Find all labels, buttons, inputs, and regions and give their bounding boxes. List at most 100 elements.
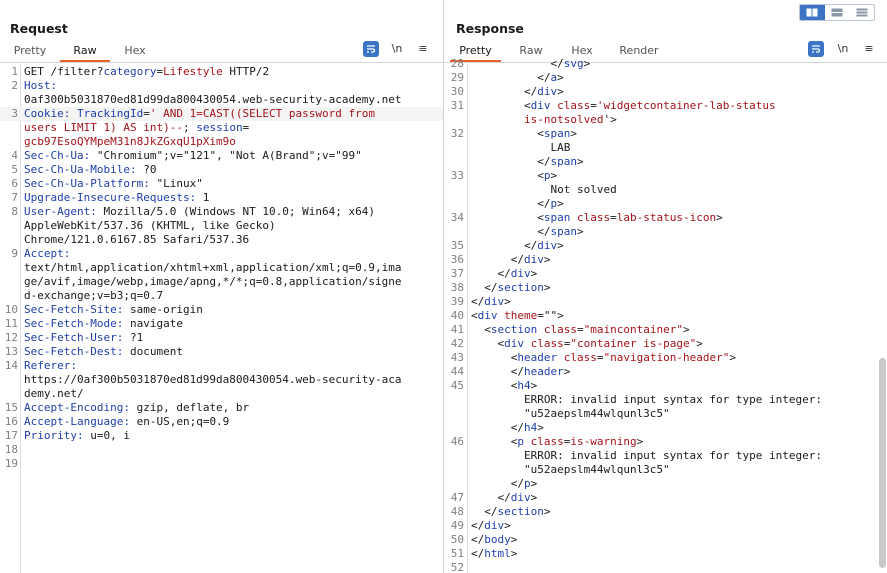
response-code-line[interactable]: 34 <span class=lab-status-icon> (444, 211, 887, 225)
request-code-line[interactable]: gcb97EsoQYMpeM31n8JkZGxqU1pXim9o (0, 135, 443, 149)
response-code-line[interactable]: ERROR: invalid input syntax for type int… (444, 449, 887, 463)
request-code-line[interactable]: 9 Accept: (0, 247, 443, 261)
response-code-line[interactable]: ERROR: invalid input syntax for type int… (444, 393, 887, 407)
request-code-line[interactable]: 15 Accept-Encoding: gzip, deflate, br (0, 401, 443, 415)
code-token: > (583, 57, 591, 70)
code-token: HTTP/2 (222, 65, 270, 78)
response-code-line[interactable]: 32 <span> (444, 127, 887, 141)
response-code-line[interactable]: 47 </div> (444, 491, 887, 505)
code-token: en-US,en;q=0.9 (129, 415, 230, 428)
response-code-line[interactable]: 40 <div theme=""> (444, 309, 887, 323)
response-code-line[interactable]: </h4> (444, 421, 887, 435)
request-code-line[interactable]: ge/avif,image/webp,image/apng,*/*;q=0.8,… (0, 275, 443, 289)
request-code-line[interactable]: users LIMIT 1) AS int)--; session= (0, 121, 443, 135)
split-horizontal-icon[interactable] (800, 5, 825, 20)
code-token: > (570, 127, 577, 140)
request-code-line[interactable]: 13 Sec-Fetch-Dest: document (0, 345, 443, 359)
request-code-line[interactable]: 8 User-Agent: Mozilla/5.0 (Windows NT 10.… (0, 205, 443, 219)
response-code-line[interactable]: 51 </html> (444, 547, 887, 561)
request-menu-icon[interactable]: ≡ (415, 41, 431, 57)
response-code-line[interactable]: 42 <div class="container is-page"> (444, 337, 887, 351)
response-newline-toggle[interactable]: \n (835, 41, 851, 57)
code-token: ge/avif,image/webp,image/apng,*/*;q=0.8,… (24, 275, 402, 288)
request-code-line[interactable]: 17 Priority: u=0, i (0, 429, 443, 443)
code-token: same-origin (123, 303, 203, 316)
code-token: html (484, 547, 511, 560)
response-code-line[interactable]: 33 <p> (444, 169, 887, 183)
request-code-line[interactable]: 3 Cookie: TrackingId=' AND 1=CAST((SELECT… (0, 107, 443, 121)
line-number: 13 (4, 345, 18, 358)
response-code-line[interactable]: 28 </svg> (444, 57, 887, 71)
single-pane-icon[interactable] (849, 5, 874, 20)
split-vertical-icon[interactable] (825, 5, 850, 20)
request-code-line[interactable]: d-exchange;v=b3;q=0.7 (0, 289, 443, 303)
line-number: 16 (4, 415, 18, 428)
line-content: <header class="navigation-header"> (471, 351, 736, 365)
request-title: Request (10, 21, 68, 36)
tab-request-raw[interactable]: Raw (60, 43, 110, 63)
request-code-line[interactable]: 12 Sec-Fetch-User: ?1 (0, 331, 443, 345)
request-code-line[interactable]: 0af300b5031870ed81d99da800430054.web-sec… (0, 93, 443, 107)
request-code-line[interactable]: 19 (0, 457, 443, 471)
code-token: class (537, 323, 577, 336)
request-word-wrap-icon[interactable] (363, 41, 379, 57)
response-code-line[interactable]: 50 </body> (444, 533, 887, 547)
response-word-wrap-icon[interactable] (808, 41, 824, 57)
request-code-line[interactable]: 18 (0, 443, 443, 457)
request-code-line[interactable]: 5 Sec-Ch-Ua-Mobile: ?0 (0, 163, 443, 177)
tab-request-hex[interactable]: Hex (112, 43, 158, 62)
response-code-line[interactable]: </p> (444, 197, 887, 211)
response-code-line[interactable]: </span> (444, 225, 887, 239)
response-code-line[interactable]: 44 </header> (444, 365, 887, 379)
response-code-line[interactable]: 41 <section class="maincontainer"> (444, 323, 887, 337)
request-code-line[interactable]: demy.net/ (0, 387, 443, 401)
response-code-line[interactable]: 35 </div> (444, 239, 887, 253)
request-newline-toggle[interactable]: \n (389, 41, 405, 57)
response-code-line[interactable]: 37 </div> (444, 267, 887, 281)
response-code-line[interactable]: "u52aepslm44wlqunl3c5" (444, 463, 887, 477)
response-code-line[interactable]: 45 <h4> (444, 379, 887, 393)
response-code-line[interactable]: is-notsolved'> (444, 113, 887, 127)
request-code-line[interactable]: 1 GET /filter?category=Lifestyle HTTP/2 (0, 65, 443, 79)
line-content: Accept: (24, 247, 70, 261)
response-code-line[interactable]: 39 </div> (444, 295, 887, 309)
response-code-line[interactable]: 52 (444, 561, 887, 573)
tab-request-pretty[interactable]: Pretty (4, 43, 56, 62)
request-code-line[interactable]: https://0af300b5031870ed81d99da800430054… (0, 373, 443, 387)
response-code-line[interactable]: 31 <div class='widgetcontainer-lab-statu… (444, 99, 887, 113)
request-code-line[interactable]: 14 Referer: (0, 359, 443, 373)
response-editor[interactable]: 28 </svg> 29 </a> 30 </div> 31 <div class='… (444, 57, 887, 573)
response-code-line[interactable]: 43 <header class="navigation-header"> (444, 351, 887, 365)
response-code-line[interactable]: "u52aepslm44wlqunl3c5" (444, 407, 887, 421)
response-code-line[interactable]: 46 <p class=is-warning> (444, 435, 887, 449)
request-code-line[interactable]: AppleWebKit/537.36 (KHTML, like Gecko) (0, 219, 443, 233)
response-code-line[interactable]: 48 </section> (444, 505, 887, 519)
code-token: = (590, 99, 597, 112)
code-token: > (543, 505, 551, 518)
request-code-line[interactable]: 7 Upgrade-Insecure-Requests: 1 (0, 191, 443, 205)
response-code-line[interactable]: 30 </div> (444, 85, 887, 99)
request-code-line[interactable]: 4 Sec-Ch-Ua: "Chromium";v="121", "Not A(B… (0, 149, 443, 163)
response-code-line[interactable]: 49 </div> (444, 519, 887, 533)
layout-view-toggle[interactable] (799, 4, 875, 21)
response-code-line[interactable]: </span> (444, 155, 887, 169)
response-code-line[interactable]: Not solved (444, 183, 887, 197)
request-code-line[interactable]: Chrome/121.0.6167.85 Safari/537.36 (0, 233, 443, 247)
request-code-line[interactable]: text/html,application/xhtml+xml,applicat… (0, 261, 443, 275)
response-code-line[interactable]: 38 </section> (444, 281, 887, 295)
request-code-line[interactable]: 6 Sec-Ch-Ua-Platform: "Linux" (0, 177, 443, 191)
line-number: 9 (11, 247, 18, 260)
response-scrollbar[interactable] (879, 358, 886, 568)
code-token: ?1 (123, 331, 144, 344)
response-code-line[interactable]: 29 </a> (444, 71, 887, 85)
request-code-line[interactable]: 10 Sec-Fetch-Site: same-origin (0, 303, 443, 317)
response-code-line[interactable]: 36 </div> (444, 253, 887, 267)
response-menu-icon[interactable]: ≡ (861, 41, 877, 57)
response-code-line[interactable]: </p> (444, 477, 887, 491)
code-token: Chrome/121.0.6167.85 Safari/537.36 (24, 233, 250, 246)
response-code-line[interactable]: LAB (444, 141, 887, 155)
request-code-line[interactable]: 11 Sec-Fetch-Mode: navigate (0, 317, 443, 331)
request-code-line[interactable]: 16 Accept-Language: en-US,en;q=0.9 (0, 415, 443, 429)
request-code-line[interactable]: 2 Host: (0, 79, 443, 93)
request-editor[interactable]: 1 GET /filter?category=Lifestyle HTTP/2 2 H… (0, 64, 443, 573)
